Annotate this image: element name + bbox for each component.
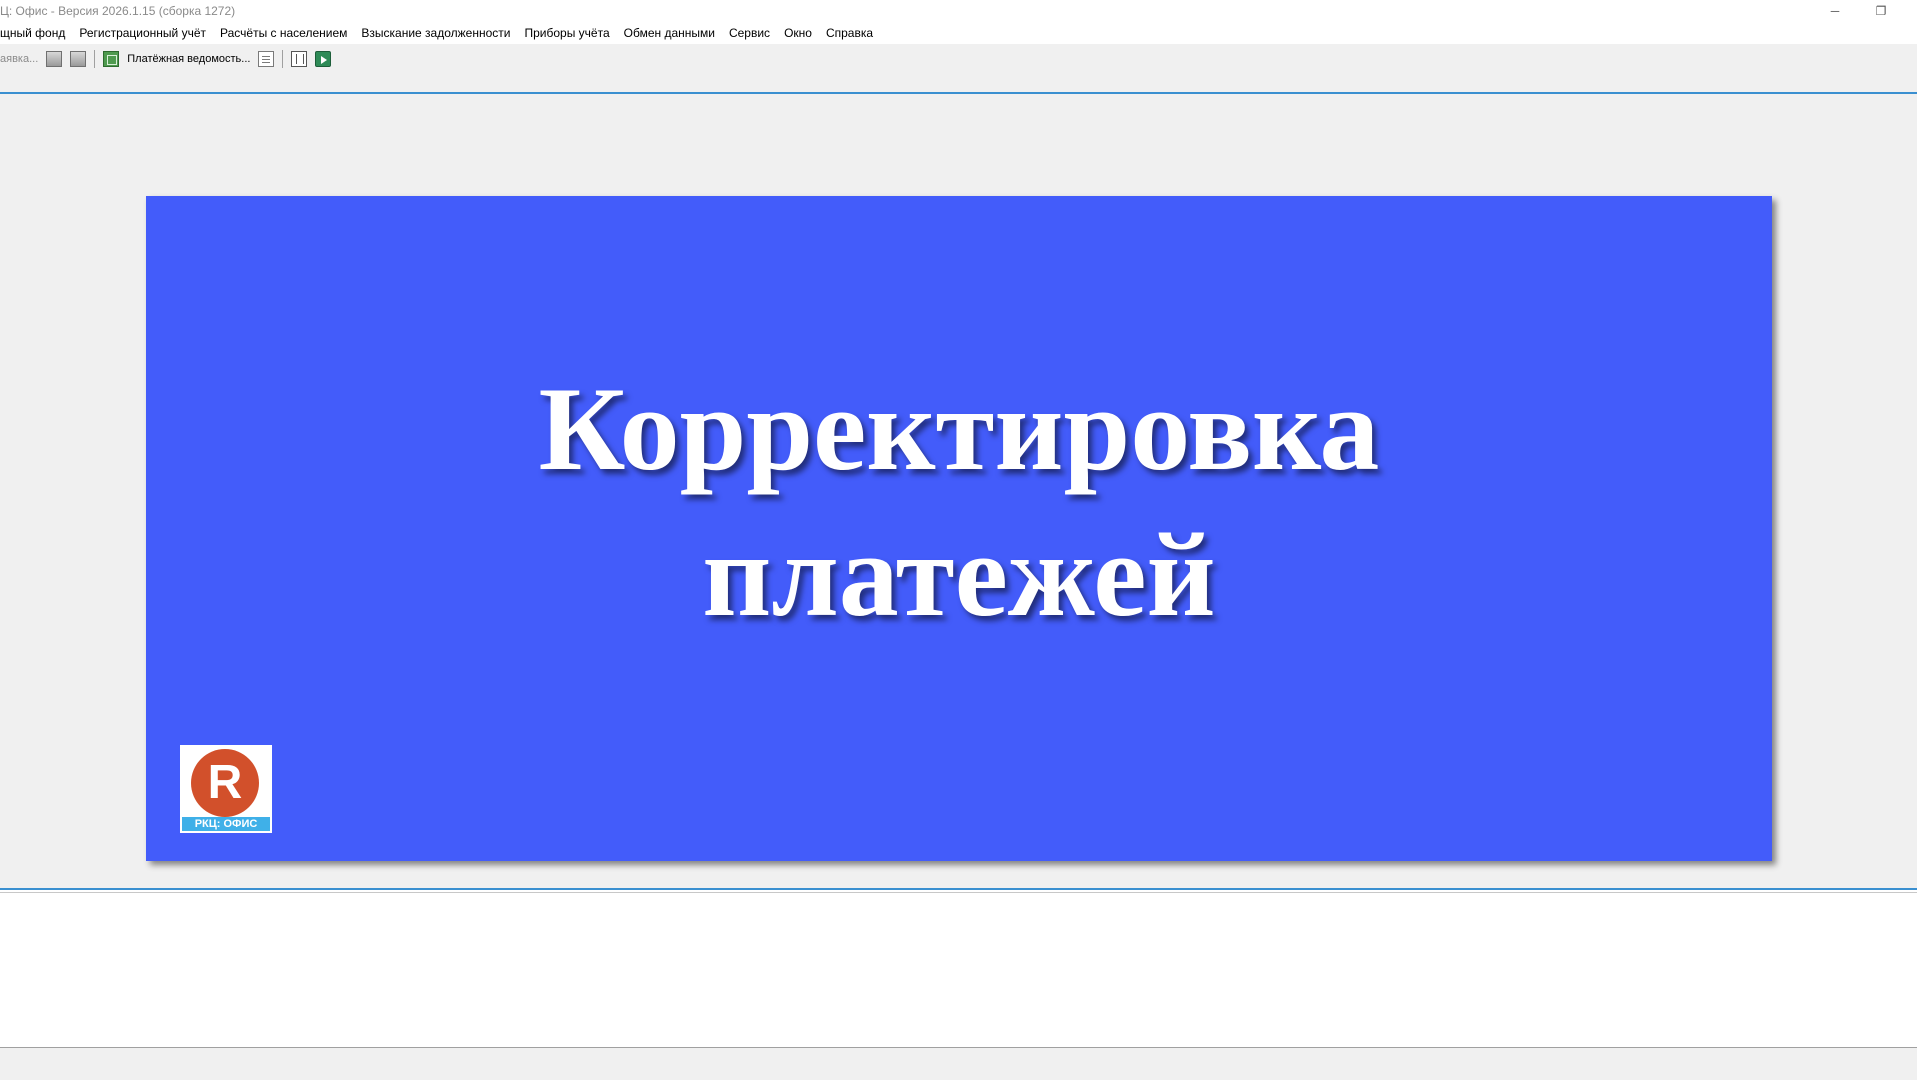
rkc-office-logo: R РКЦ: ОФИС <box>180 745 272 833</box>
menu-item-service[interactable]: Сервис <box>722 22 777 44</box>
bottom-panel <box>0 888 1917 1048</box>
banner-title: Корректировка платежей <box>146 356 1772 648</box>
toolbar: аявка... Платёжная ведомость... <box>0 44 1917 94</box>
toolbar-request-button[interactable]: аявка... <box>0 53 42 65</box>
banner-title-line-2: платежей <box>702 508 1216 641</box>
payment-sheet-button[interactable]: Платёжная ведомость... <box>123 53 254 65</box>
minimize-button[interactable]: ─ <box>1812 0 1858 22</box>
menu-item-help[interactable]: Справка <box>819 22 880 44</box>
menu-item-registration[interactable]: Регистрационный учёт <box>72 22 213 44</box>
window-title: Ц: Офис - Версия 2026.1.15 (сборка 1272) <box>0 4 236 18</box>
document-icon[interactable] <box>70 51 87 67</box>
title-bar: Ц: Офис - Версия 2026.1.15 (сборка 1272)… <box>0 0 1917 22</box>
menu-item-housing-fund[interactable]: щный фонд <box>0 22 72 44</box>
menu-item-meters[interactable]: Приборы учёта <box>517 22 616 44</box>
logo-label: РКЦ: ОФИС <box>182 817 270 831</box>
table-icon[interactable] <box>291 51 308 67</box>
spreadsheet-icon[interactable] <box>103 51 120 67</box>
minimize-icon: ─ <box>1830 4 1840 18</box>
status-bar <box>0 1048 1917 1080</box>
logo-letter: R <box>207 756 243 809</box>
document-icon[interactable] <box>46 51 63 67</box>
toolbar-separator <box>94 50 96 68</box>
banner-title-line-1: Корректировка <box>538 362 1380 495</box>
restore-button[interactable]: ❐ <box>1858 0 1904 22</box>
excel-export-icon[interactable] <box>315 51 332 67</box>
toolbar-row: аявка... Платёжная ведомость... <box>0 49 335 69</box>
restore-icon: ❐ <box>1875 4 1887 18</box>
report-icon[interactable] <box>258 51 275 67</box>
logo-circle-icon: R <box>191 749 259 817</box>
workspace: Корректировка платежей R РКЦ: ОФИС <box>0 96 1917 888</box>
menu-item-settlements[interactable]: Расчёты с населением <box>213 22 354 44</box>
menu-item-data-exchange[interactable]: Обмен данными <box>617 22 722 44</box>
menu-item-window[interactable]: Окно <box>777 22 819 44</box>
menu-item-debt-collection[interactable]: Взыскание задолженности <box>354 22 517 44</box>
menu-bar: щный фонд Регистрационный учёт Расчёты с… <box>0 22 1917 44</box>
title-banner: Корректировка платежей R РКЦ: ОФИС <box>146 196 1772 861</box>
toolbar-separator <box>282 50 284 68</box>
